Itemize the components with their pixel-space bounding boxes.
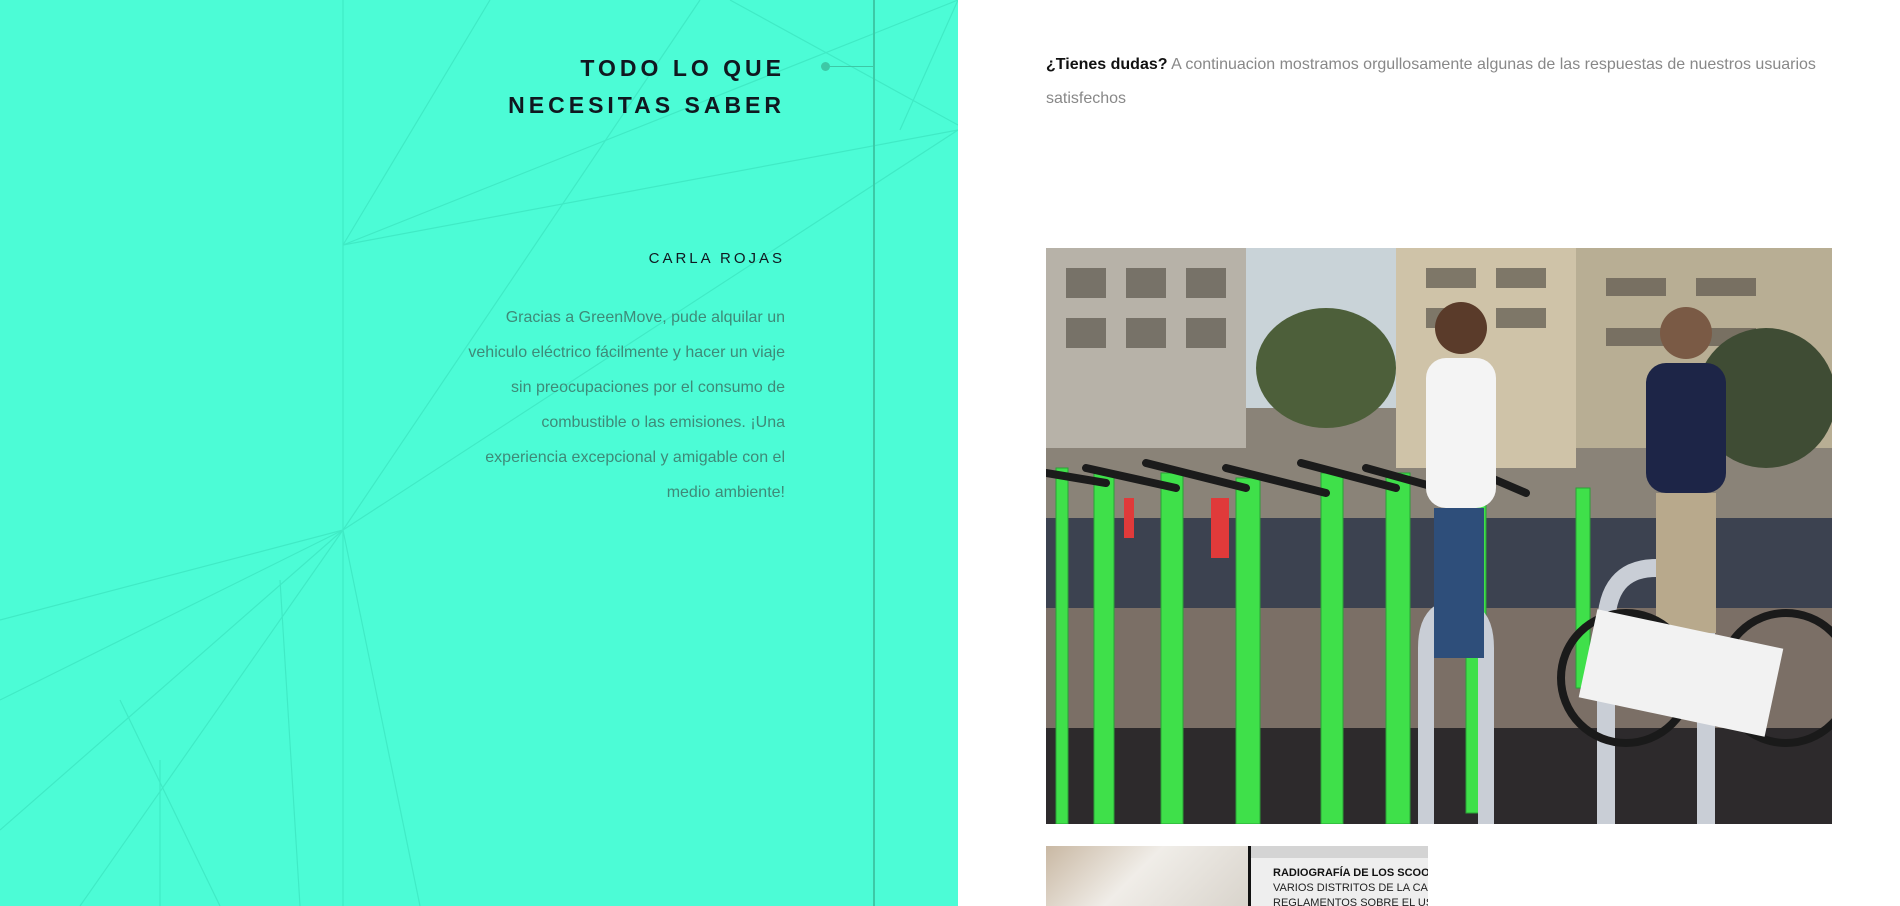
section-title-line2: NECESITAS SABER [508,92,785,118]
article-line1: VARIOS DISTRITOS DE LA CA [1273,882,1428,894]
scooters-photo [1046,248,1832,824]
article-caption: RADIOGRAFÍA DE LOS SCOO VARIOS DISTRITOS… [1273,866,1428,906]
timeline-dot [821,62,830,71]
page: TODO LO QUE NECESITAS SABER CARLA ROJAS … [0,0,1900,906]
scooters-article-image: RADIOGRAFÍA DE LOS SCOO VARIOS DISTRITOS… [1046,846,1428,906]
article-headline: RADIOGRAFÍA DE LOS SCOO [1273,867,1428,879]
testimonial-panel: TODO LO QUE NECESITAS SABER CARLA ROJAS … [0,0,958,906]
intro-paragraph: ¿Tienes dudas? A continuacion mostramos … [1046,48,1846,116]
section-title-line1: TODO LO QUE [580,55,785,81]
intro-question: ¿Tienes dudas? [1046,56,1168,73]
testimonial-text: Gracias a GreenMove, pude alquilar un ve… [468,309,785,501]
section-title: TODO LO QUE NECESITAS SABER [385,50,785,124]
article-photo-crop [1046,846,1248,906]
article-map-strip [1251,846,1428,858]
scooters-photo-illustration [1046,248,1832,824]
timeline-connector [830,66,874,67]
timeline-vertical-line [873,0,875,906]
testimonial-author: CARLA ROJAS [648,250,785,267]
article-line2: REGLAMENTOS SOBRE EL US [1273,897,1428,906]
